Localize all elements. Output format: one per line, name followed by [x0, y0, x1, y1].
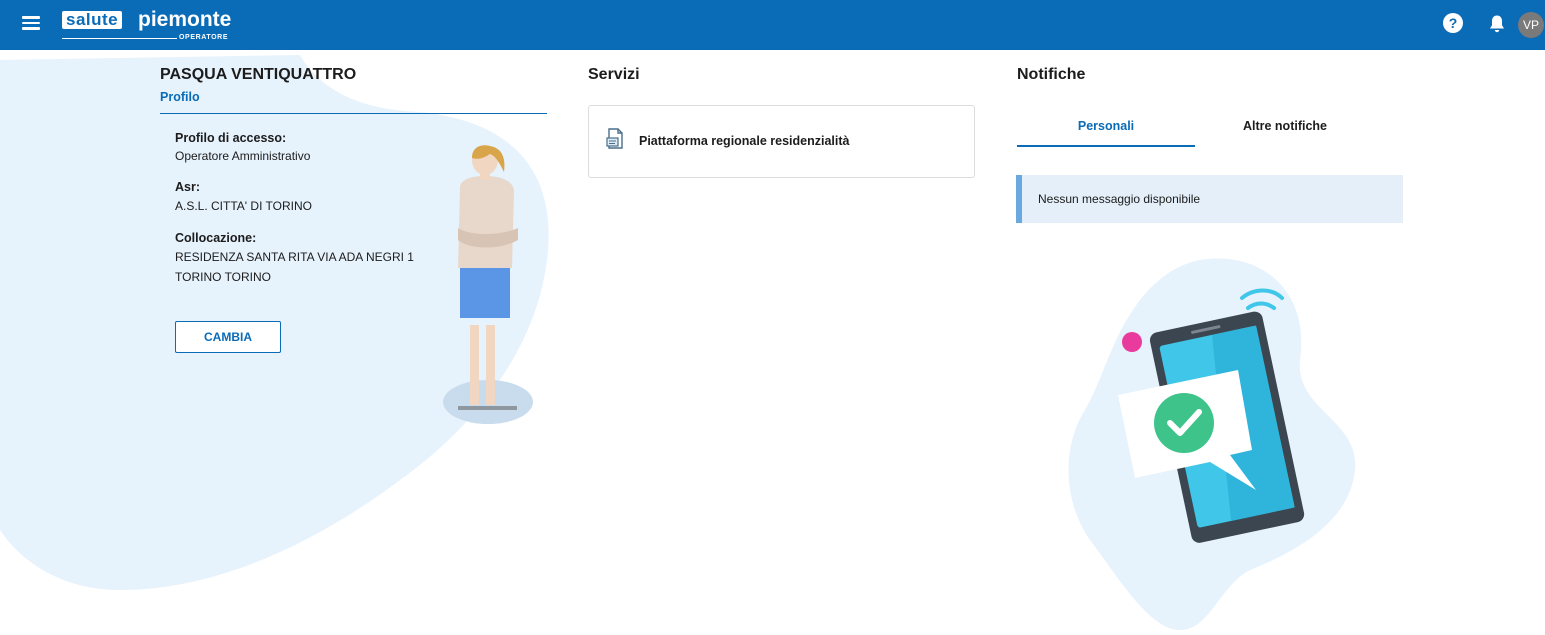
active-tab-indicator [1017, 145, 1195, 147]
notifications-title: Notifiche [1017, 66, 1086, 83]
asr-value: A.S.L. CITTA' DI TORINO [175, 199, 312, 213]
tab-profilo[interactable]: Profilo [160, 90, 200, 104]
bell-icon[interactable] [1488, 14, 1506, 34]
document-icon [606, 128, 623, 149]
logo-salute-text: salute [62, 11, 123, 29]
access-profile-value: Operatore Amministrativo [175, 149, 311, 163]
location-value-line1: RESIDENZA SANTA RITA VIA ADA NEGRI 1 [175, 250, 414, 264]
phone-notification-illustration [1068, 258, 1356, 630]
logo-divider [62, 38, 177, 39]
top-bar: salute piemonte OPERATORE ? VP [0, 0, 1545, 50]
tab-altre-notifiche[interactable]: Altre notifiche [1196, 119, 1374, 133]
services-title: Servizi [588, 66, 640, 83]
profile-name: PASQUA VENTIQUATTRO [160, 66, 357, 83]
service-label: Piattaforma regionale residenzialità [639, 134, 850, 148]
help-icon[interactable]: ? [1443, 13, 1463, 33]
profile-divider [160, 113, 547, 114]
location-value-line2: TORINO TORINO [175, 270, 272, 284]
asr-label: Asr: [175, 180, 201, 194]
access-profile-label: Profilo di accesso: [175, 131, 287, 145]
woman-illustration [443, 145, 533, 424]
service-card[interactable]: Piattaforma regionale residenzialità [588, 105, 975, 178]
menu-icon[interactable] [22, 16, 40, 30]
location-label: Collocazione: [175, 231, 257, 245]
tab-personali[interactable]: Personali [1017, 119, 1195, 133]
salute-piemonte-logo[interactable]: salute piemonte OPERATORE [60, 9, 240, 43]
avatar[interactable]: VP [1518, 12, 1544, 38]
change-button[interactable]: CAMBIA [175, 321, 281, 353]
logo-subtitle: OPERATORE [179, 34, 229, 41]
logo-piemonte-text: piemonte [138, 8, 232, 31]
empty-notifications-box: Nessun messaggio disponibile [1016, 175, 1403, 223]
empty-message: Nessun messaggio disponibile [1038, 192, 1201, 206]
